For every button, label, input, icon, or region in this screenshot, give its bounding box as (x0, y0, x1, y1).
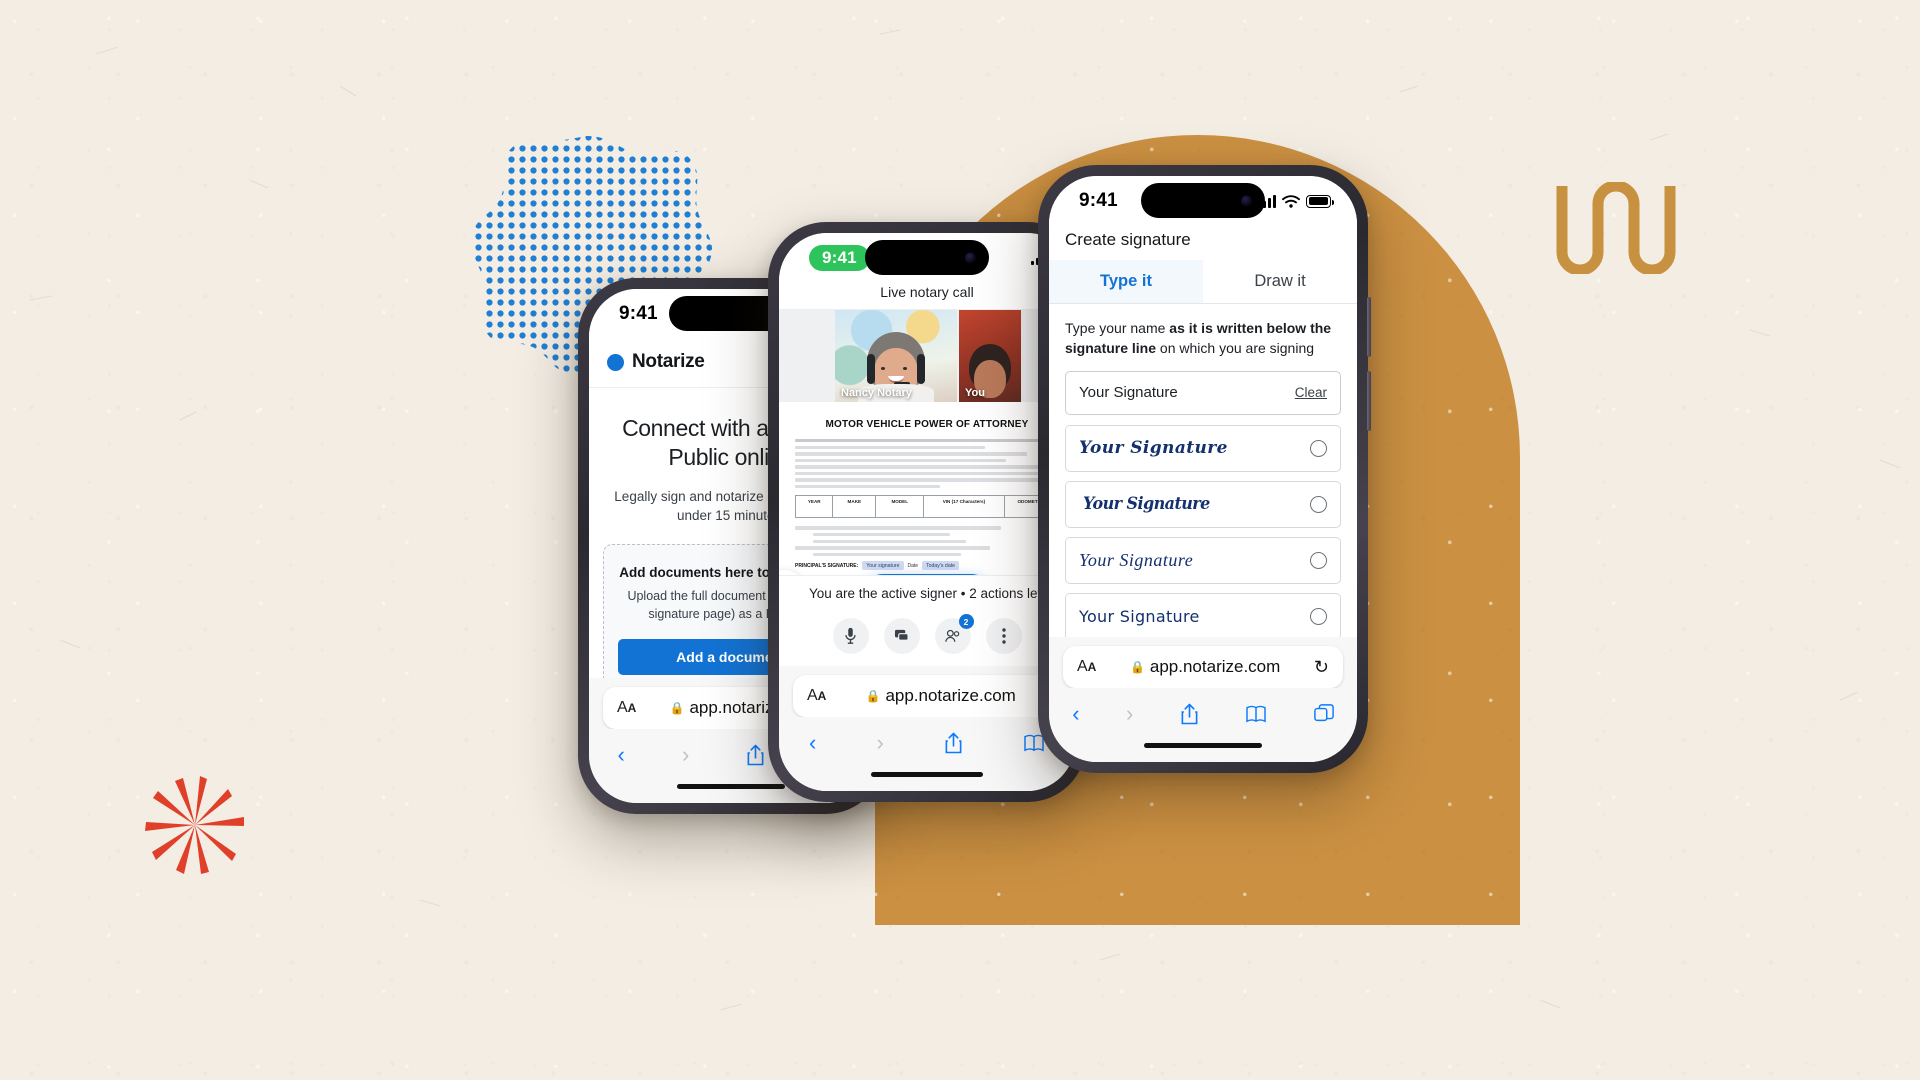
clear-button[interactable]: Clear (1295, 385, 1327, 400)
browser-chrome: AA 🔒 app.notarize.com (779, 666, 1075, 717)
signature-option-radio[interactable] (1310, 495, 1327, 513)
dynamic-island (1141, 183, 1265, 218)
table-header-cell: MAKE (833, 496, 877, 507)
wifi-icon (1282, 194, 1300, 208)
status-time-recording: 9:41 (809, 245, 870, 271)
address-bar[interactable]: AA 🔒 app.notarize.com ↻ (1063, 646, 1343, 688)
pencil-icon[interactable]: ✎ (779, 570, 803, 575)
tab-draw-it[interactable]: Draw it (1203, 260, 1357, 303)
squiggle-logo-icon (1556, 182, 1676, 274)
table-row (876, 506, 925, 518)
table-row (796, 506, 834, 518)
address-bar[interactable]: AA 🔒 app.notarize.com (793, 675, 1061, 717)
dynamic-island (865, 240, 989, 275)
url-text: 🔒 app.notarize.com (834, 686, 1047, 706)
home-indicator (779, 769, 1075, 791)
status-time: 9:41 (619, 303, 658, 324)
date-label: Date (907, 562, 919, 569)
participant-name: Nancy Notary (841, 387, 912, 399)
signature-option-radio[interactable] (1310, 439, 1327, 457)
browser-chrome: AA 🔒 app.notarize.com ↻ (1049, 637, 1357, 688)
participant-name: You (965, 387, 985, 399)
status-time: 9:41 (1079, 190, 1118, 211)
text-size-icon[interactable]: AA (617, 699, 636, 717)
book-icon[interactable] (1245, 705, 1267, 723)
page-content: Live notary call Nancy Notary You MOTOR … (779, 283, 1075, 575)
text-size-icon[interactable]: AA (1077, 658, 1096, 676)
participants-icon[interactable]: 2 (934, 614, 974, 654)
browser-nav-bar: ‹ › (779, 717, 1075, 769)
signature-row-label: PRINCIPAL'S SIGNATURE: (795, 562, 859, 569)
table-header-cell: YEAR (796, 496, 834, 507)
battery-icon (1306, 194, 1334, 208)
phone-create-signature: 9:41 Create signature Type it Draw it Ty… (1038, 165, 1371, 773)
status-bar: 9:41 (1049, 176, 1357, 226)
tab-type-it[interactable]: Type it (1049, 260, 1203, 303)
share-icon[interactable] (944, 732, 963, 754)
signature-name-value: Your Signature (1079, 384, 1178, 402)
call-controls: 2 (779, 612, 1075, 666)
home-indicator (1049, 740, 1357, 762)
table-row (833, 506, 877, 518)
signature-preview-text: Your Signature (1079, 438, 1228, 459)
signature-preview-text: Your Signature (1079, 549, 1194, 570)
url-value: app.notarize.com (1149, 657, 1281, 676)
status-bar: 9:41 (779, 233, 1075, 283)
active-signer-status: You are the active signer • 2 actions le… (779, 575, 1075, 612)
document-title: MOTOR VEHICLE POWER OF ATTORNEY (825, 419, 1029, 430)
url-value: app.notarize.com (885, 686, 1016, 705)
showcase-canvas: 9:41 Notarize Connect with a Notary Publ… (0, 0, 1920, 1080)
date-field-chip[interactable]: Today's date (922, 561, 960, 571)
forward-icon[interactable]: › (876, 730, 883, 756)
vehicle-info-table: YEAR MAKE MODEL VIN (17 Characters) ODOM… (795, 495, 1059, 519)
page-content: Create signature Type it Draw it Type yo… (1049, 226, 1357, 637)
instruction-text: Type your name as it is written below th… (1049, 304, 1357, 369)
share-icon[interactable] (746, 744, 765, 766)
instruction-part-2: on which you are signing (1156, 340, 1315, 357)
participant-tile-self[interactable]: You (959, 310, 1021, 402)
lock-icon: 🔒 (1129, 660, 1145, 674)
brand-name: Notarize (632, 351, 705, 372)
signature-option-3[interactable]: Your Signature (1065, 536, 1341, 584)
call-title: Live notary call (779, 283, 1075, 310)
table-row (924, 506, 1005, 518)
table-header-cell: MODEL (876, 496, 925, 507)
forward-icon[interactable]: › (1126, 701, 1133, 727)
notarize-dot-icon (607, 353, 624, 371)
lock-icon: 🔒 (865, 689, 881, 703)
participants-badge: 2 (958, 614, 974, 629)
participant-tile-notary[interactable]: Nancy Notary (835, 310, 957, 402)
tabs-icon[interactable] (1313, 704, 1334, 724)
signature-field-chip[interactable]: Your signature (862, 561, 904, 571)
back-icon[interactable]: ‹ (1072, 701, 1079, 727)
signature-option-2[interactable]: Your Signature (1065, 480, 1341, 528)
text-size-icon[interactable]: AA (807, 687, 826, 705)
starburst-icon (145, 776, 244, 874)
signature-name-input[interactable]: Your Signature Clear (1065, 370, 1341, 415)
chat-bubble-icon[interactable] (883, 618, 920, 654)
signature-mode-tabs: Type it Draw it (1049, 260, 1357, 304)
signature-option-4[interactable]: Your Signature (1065, 592, 1341, 637)
signature-option-radio[interactable] (1310, 607, 1327, 625)
reload-icon[interactable]: ↻ (1314, 657, 1329, 678)
signature-preview-text: Your Signature (1079, 606, 1200, 626)
forward-icon[interactable]: › (682, 742, 689, 768)
signature-option-1[interactable]: Your Signature (1065, 424, 1341, 472)
table-header-cell: VIN (17 Characters) (924, 496, 1005, 507)
more-vertical-icon[interactable] (985, 618, 1022, 654)
back-icon[interactable]: ‹ (618, 742, 625, 768)
back-icon[interactable]: ‹ (809, 730, 816, 756)
url-text: 🔒 app.notarize.com (1104, 657, 1306, 677)
lock-icon: 🔒 (669, 701, 685, 715)
sign-button[interactable]: Sign (863, 574, 991, 575)
signature-option-radio[interactable] (1310, 551, 1327, 569)
page-title: Create signature (1065, 230, 1191, 249)
video-participants-strip: Nancy Notary You (779, 310, 1075, 402)
signature-preview-text: Your Signature (1083, 494, 1210, 515)
microphone-icon[interactable] (832, 618, 869, 654)
instruction-part-1: Type your name (1065, 320, 1170, 336)
browser-nav-bar: ‹ › (1049, 688, 1357, 740)
share-icon[interactable] (1180, 703, 1199, 725)
document-viewer[interactable]: MOTOR VEHICLE POWER OF ATTORNEY YEAR MAK… (779, 402, 1075, 575)
